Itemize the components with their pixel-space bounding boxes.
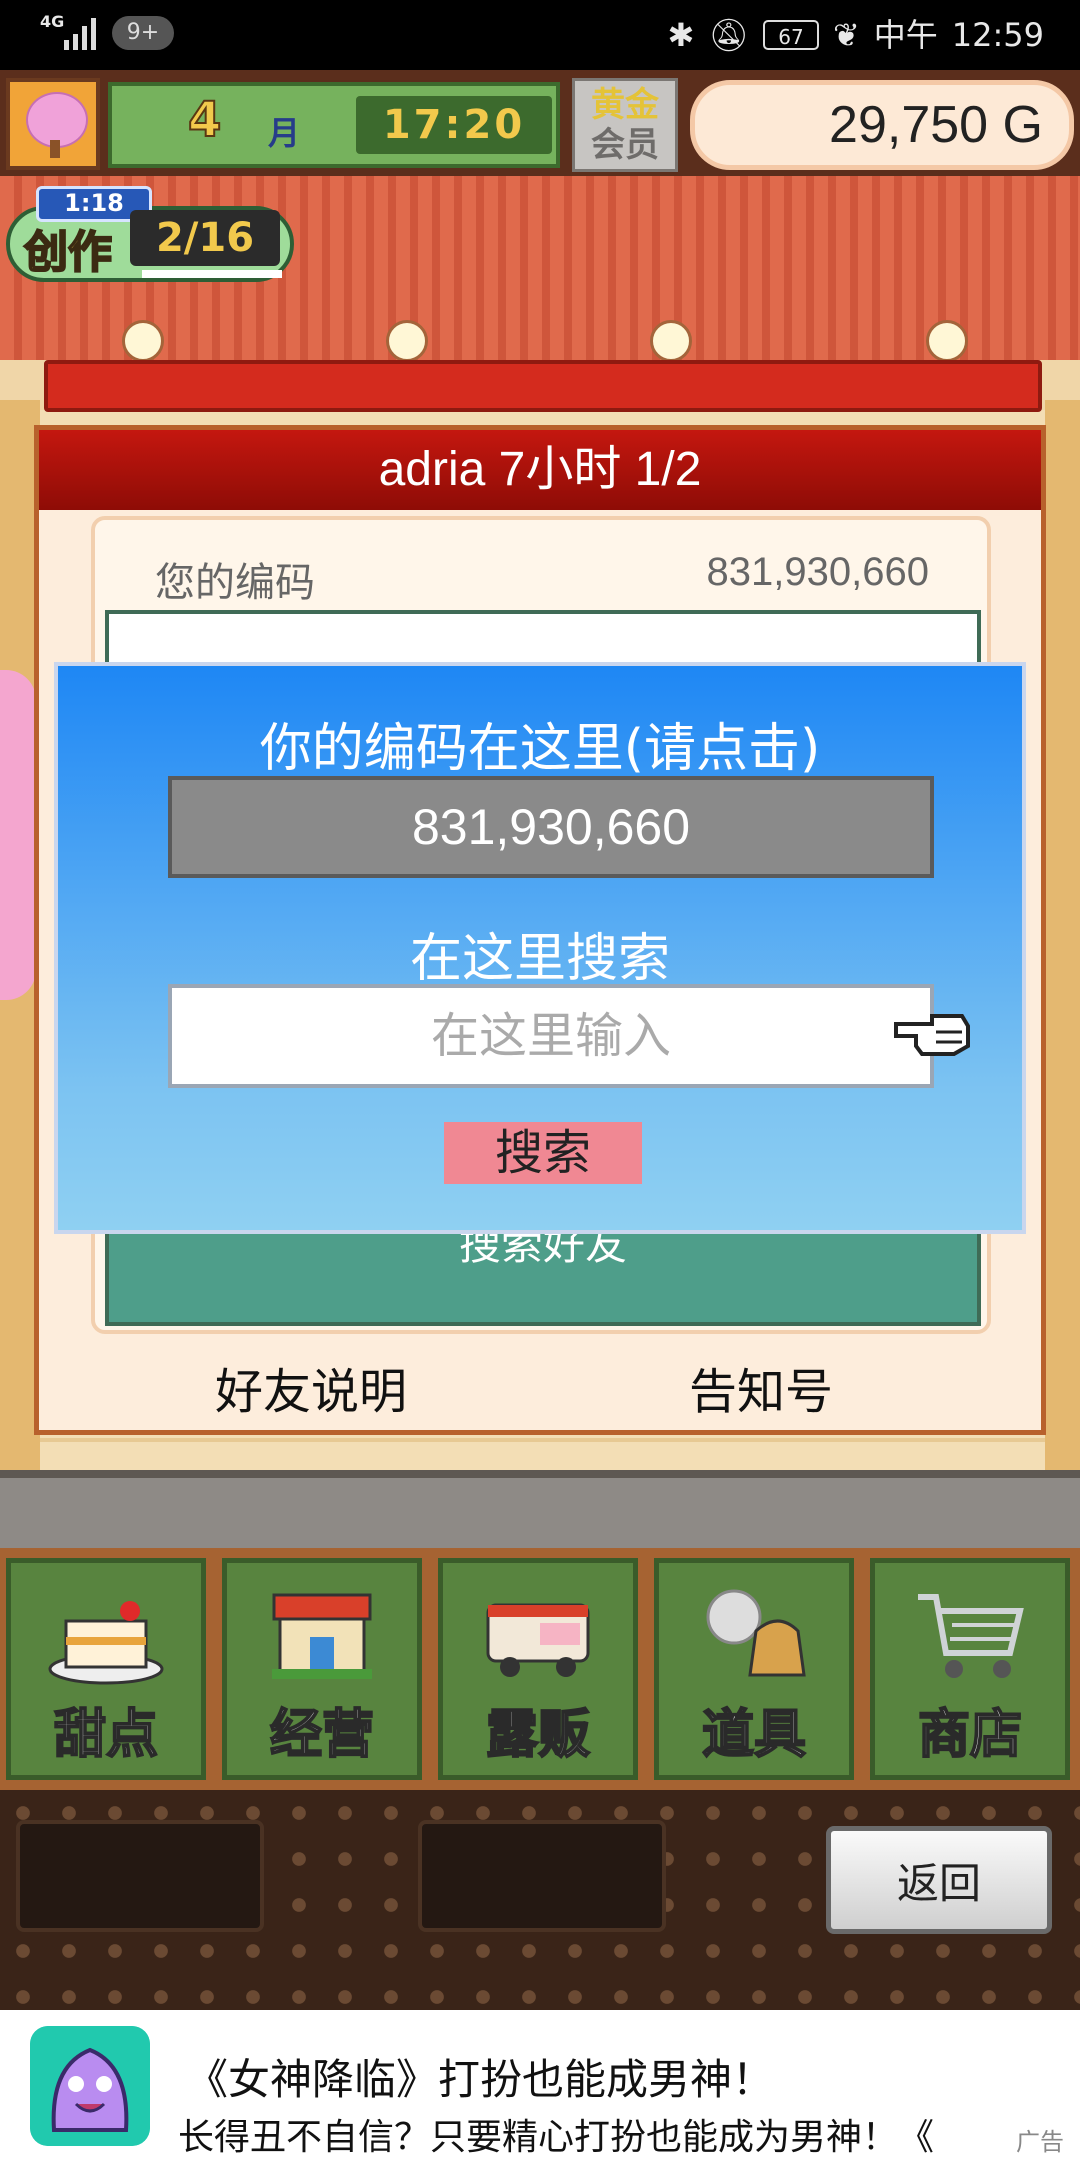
vip-badge[interactable]: 黄金 会员: [572, 78, 678, 172]
ad-headline: 《女神降临》打扮也能成男神！: [186, 2055, 775, 2104]
lamp-icon: [926, 320, 968, 362]
month-number: 4: [187, 91, 222, 149]
menu-store-label: 商店: [917, 1704, 1023, 1766]
menu-desserts-label: 甜点: [53, 1704, 159, 1766]
items-bag-icon: [706, 1589, 806, 1677]
signal-icon: [64, 18, 96, 50]
status-right: ✱ 🔕︎ 67 ❦ 中午 12:59: [668, 14, 1044, 56]
notification-badge: 9+: [112, 16, 174, 50]
friend-dialog-title: adria 7小时 1/2: [39, 430, 1041, 510]
code-popup: 你的编码在这里(请点击) 831,930,660 在这里搜索 搜索: [54, 662, 1026, 1234]
create-badge[interactable]: 1:18 创作 2/16: [6, 186, 294, 282]
battery-icon: 67: [762, 20, 819, 50]
menu-items-label: 道具: [701, 1704, 807, 1766]
network-indicator: 4G: [40, 12, 65, 31]
pointing-hand-icon: [894, 1014, 970, 1056]
ad-subline: 长得丑不自信？只要精心打扮也能成为男神！《: [178, 2117, 935, 2158]
back-button[interactable]: 返回: [826, 1826, 1052, 1934]
tree-trunk: [50, 140, 60, 158]
food-truck-icon: [486, 1603, 590, 1677]
game-clock: 17:20: [356, 96, 552, 154]
my-code-box[interactable]: 831,930,660: [168, 776, 934, 878]
lamp-icon: [122, 320, 164, 362]
bottom-menu: 甜点 经营 露贩 道具 商店: [0, 1548, 1080, 1790]
shop-icon: [272, 1593, 372, 1679]
notice-link[interactable]: 告知号: [689, 1352, 833, 1422]
your-code-value: 831,930,660: [706, 550, 929, 594]
menu-items-button[interactable]: 道具: [654, 1558, 854, 1780]
ad-banner[interactable]: 《女神降临》打扮也能成男神！ 长得丑不自信？只要精心打扮也能成为男神！《 广告: [0, 2010, 1080, 2160]
menu-manage-label: 经营: [269, 1704, 375, 1766]
ad-app-icon: [30, 2026, 150, 2146]
vip-line2: 会员: [591, 125, 659, 165]
shop-avatar-button[interactable]: [6, 78, 100, 170]
search-button[interactable]: 搜索: [444, 1122, 642, 1184]
empty-slot: [418, 1820, 666, 1932]
menu-stall-button[interactable]: 露贩: [438, 1558, 638, 1780]
your-code-label: 您的编码: [155, 560, 315, 606]
shop-awning: [44, 360, 1042, 412]
create-count: 2/16: [130, 210, 280, 266]
popup-title[interactable]: 你的编码在这里(请点击): [58, 706, 1022, 781]
menu-stall-label: 露贩: [485, 1704, 591, 1766]
leaf-icon: ❦: [832, 16, 860, 54]
gold-counter: 29,750 G: [690, 80, 1074, 170]
vip-line1: 黄金: [591, 85, 659, 125]
date-panel: 4 月 17:20: [108, 82, 560, 168]
create-progress: [142, 270, 282, 278]
bottom-bar: 返回: [0, 1790, 1080, 2010]
menu-manage-button[interactable]: 经营: [222, 1558, 422, 1780]
shopping-cart-icon: [918, 1594, 1024, 1678]
lamp-icon: [386, 320, 428, 362]
status-time: 12:59: [951, 16, 1044, 54]
search-label: 在这里搜索: [409, 929, 670, 989]
mute-bell-icon: 🔕︎: [708, 16, 749, 54]
friend-help-link[interactable]: 好友说明: [215, 1352, 407, 1422]
bluetooth-icon: ✱: [667, 16, 695, 54]
lamp-icon: [650, 320, 692, 362]
month-label: 月: [268, 114, 301, 152]
search-code-input[interactable]: [168, 984, 934, 1088]
create-label: 创作: [23, 226, 113, 279]
cherry-tree: [0, 670, 36, 1000]
empty-slot: [16, 1820, 264, 1932]
menu-desserts-button[interactable]: 甜点: [6, 1558, 206, 1780]
cake-icon: [48, 1601, 164, 1685]
pillar-right: [1045, 400, 1080, 1480]
status-bar: 4G 9+ ✱ 🔕︎ 67 ❦ 中午 12:59: [0, 0, 1080, 70]
time-prefix: 中午: [873, 16, 938, 54]
menu-store-button[interactable]: 商店: [870, 1558, 1070, 1780]
ad-tag: 广告: [1016, 2128, 1064, 2156]
